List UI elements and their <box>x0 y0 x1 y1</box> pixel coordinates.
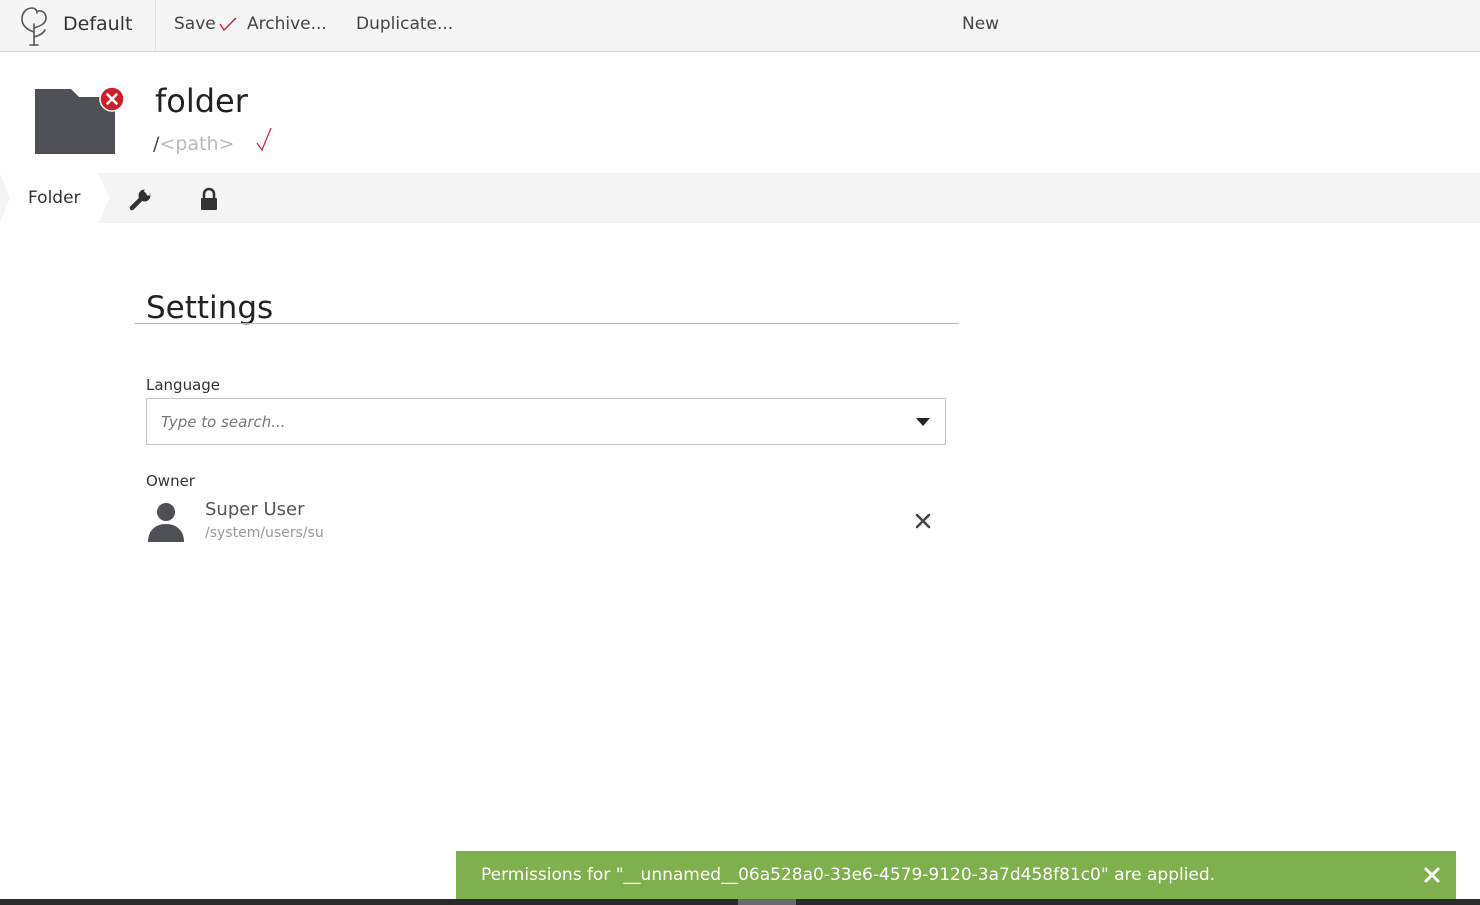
notification-message: Permissions for "__unnamed__06a528a0-33e… <box>481 865 1216 885</box>
close-icon[interactable] <box>1423 866 1441 884</box>
duplicate-button[interactable]: Duplicate... <box>356 14 453 34</box>
chevron-down-icon[interactable] <box>916 417 930 427</box>
notification-toast: Permissions for "__unnamed__06a528a0-33e… <box>456 851 1456 899</box>
tab-bar: Folder <box>0 173 1480 223</box>
settings-heading: Settings <box>146 290 274 326</box>
wrench-icon[interactable] <box>128 186 154 212</box>
user-avatar-icon <box>148 503 184 542</box>
brand-home[interactable]: Default <box>0 0 156 51</box>
language-label: Language <box>146 376 221 394</box>
section-divider <box>134 323 959 324</box>
lock-icon[interactable] <box>196 186 222 212</box>
save-button[interactable]: Save <box>174 14 216 34</box>
tab-folder-label: Folder <box>28 188 81 208</box>
checkmark-icon <box>219 17 237 32</box>
path-placeholder: <path> <box>159 133 235 155</box>
scrollbar-thumb[interactable] <box>738 899 796 905</box>
folder-icon-container <box>35 86 127 156</box>
path-field[interactable]: /<path> <box>153 133 234 155</box>
top-toolbar: Default Save Archive... Duplicate... New <box>0 0 1480 52</box>
remove-owner-close-icon[interactable] <box>914 512 932 530</box>
page-title: folder <box>155 82 248 120</box>
owner-label: Owner <box>146 472 195 490</box>
brand-name: Default <box>63 13 133 35</box>
tab-folder[interactable]: Folder <box>0 173 110 223</box>
language-select[interactable] <box>146 398 946 445</box>
archive-button[interactable]: Archive... <box>247 14 327 34</box>
tree-logo-icon <box>21 7 47 46</box>
language-search-input[interactable] <box>148 400 888 443</box>
bottom-scroll-strip <box>0 899 1480 905</box>
owner-entry: Super User /system/users/su <box>146 496 946 550</box>
owner-name: Super User <box>205 499 305 520</box>
error-x-icon <box>99 86 125 112</box>
checkmark-icon <box>256 127 272 152</box>
new-button[interactable]: New <box>962 14 999 34</box>
owner-path: /system/users/su <box>205 525 324 541</box>
